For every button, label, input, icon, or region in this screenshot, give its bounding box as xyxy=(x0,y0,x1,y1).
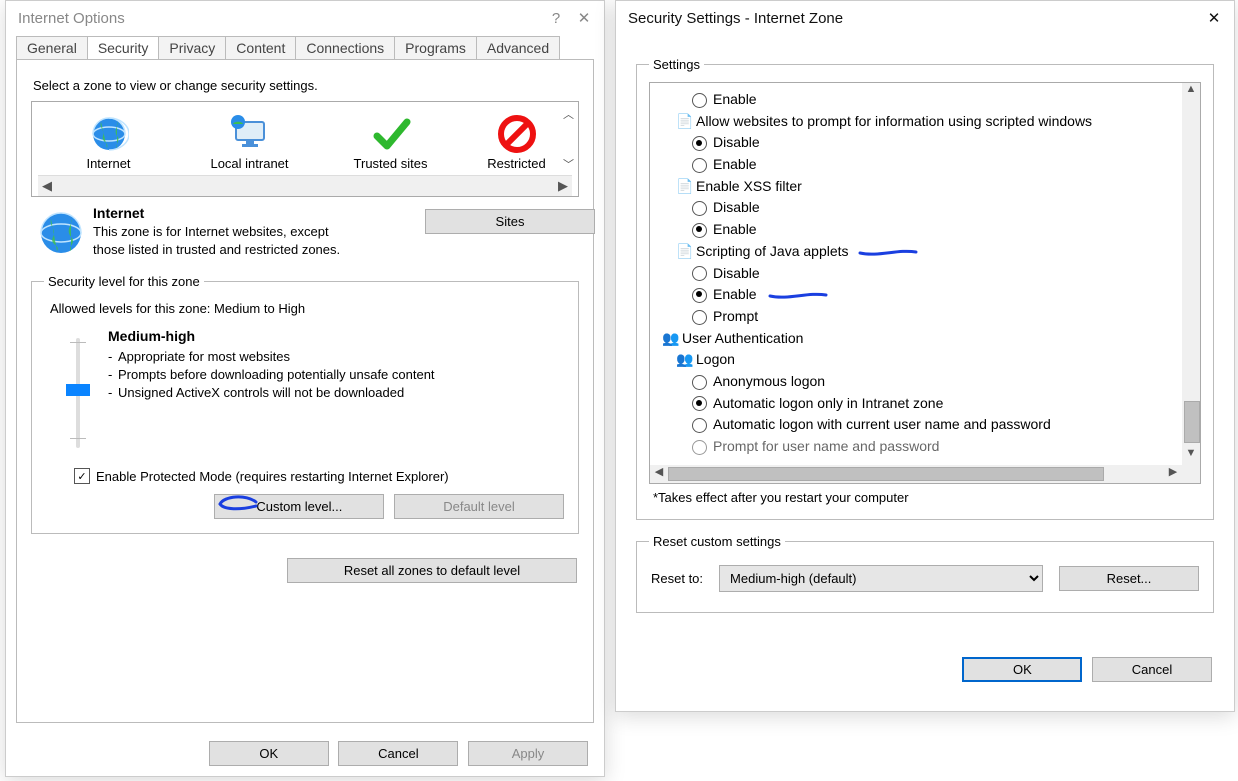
reset-group: Reset custom settings Reset to: Medium-h… xyxy=(636,534,1214,613)
radio-g3-prompt[interactable] xyxy=(692,310,707,325)
security-settings-dialog: Security Settings - Internet Zone ✕ Sett… xyxy=(615,0,1235,712)
script-icon: 📄 xyxy=(676,111,692,133)
level-bullet: Appropriate for most websites xyxy=(108,348,562,366)
radio-g1-enable[interactable] xyxy=(692,158,707,173)
radio-g4-auto-user[interactable] xyxy=(692,418,707,433)
script-icon: 📄 xyxy=(676,241,692,263)
level-name: Medium-high xyxy=(108,328,562,344)
settings-group: Settings Enable 📄Allow websites to promp… xyxy=(636,57,1214,520)
zone-strip: ︿ ﹀ Internet Local intranet xyxy=(31,101,579,197)
settings-legend: Settings xyxy=(649,57,704,72)
globe-icon xyxy=(54,112,164,156)
scroll-left-icon[interactable]: ◀ xyxy=(650,465,668,483)
users-icon: 👥 xyxy=(662,328,678,350)
default-level-button[interactable]: Default level xyxy=(394,494,564,519)
dialog-title: Security Settings - Internet Zone xyxy=(628,10,843,27)
security-level-legend: Security level for this zone xyxy=(44,274,204,289)
zone-heading: Select a zone to view or change security… xyxy=(31,74,579,93)
annotation-underline-g3 xyxy=(858,247,918,259)
zone-internet[interactable]: Internet xyxy=(54,112,164,171)
security-slider[interactable] xyxy=(58,334,98,454)
cancel-button[interactable]: Cancel xyxy=(338,741,458,766)
script-icon: 📄 xyxy=(676,176,692,198)
tab-general[interactable]: General xyxy=(16,36,88,59)
ok-button[interactable]: OK xyxy=(962,657,1082,682)
scroll-up-icon[interactable]: ▲ xyxy=(1182,83,1200,101)
restart-note: *Takes effect after you restart your com… xyxy=(649,484,1201,511)
radio-g1-disable[interactable] xyxy=(692,136,707,151)
tab-advanced[interactable]: Advanced xyxy=(476,36,560,59)
radio-enable-0[interactable] xyxy=(692,93,707,108)
tab-security[interactable]: Security xyxy=(87,36,160,59)
settings-tree: Enable 📄Allow websites to prompt for inf… xyxy=(649,82,1201,484)
security-level-group: Security level for this zone Allowed lev… xyxy=(31,274,579,534)
level-bullet: Unsigned ActiveX controls will not be do… xyxy=(108,384,562,402)
radio-g4-anon[interactable] xyxy=(692,375,707,390)
sites-button[interactable]: Sites xyxy=(425,209,595,234)
tree-vscroll[interactable]: ▲ ▼ xyxy=(1182,83,1200,465)
scroll-down-icon[interactable]: ▼ xyxy=(1182,447,1200,465)
protected-mode-label: Enable Protected Mode (requires restarti… xyxy=(96,469,449,484)
allowed-levels: Allowed levels for this zone: Medium to … xyxy=(44,299,566,318)
zone-trusted-sites[interactable]: Trusted sites xyxy=(336,112,446,171)
radio-g3-enable[interactable] xyxy=(692,288,707,303)
radio-g2-enable[interactable] xyxy=(692,223,707,238)
tree-hscroll[interactable]: ◀ ▶ xyxy=(650,465,1182,483)
annotation-underline-g3b xyxy=(768,290,828,302)
tabstrip: General Security Privacy Content Connect… xyxy=(6,33,604,59)
zone-hscroll[interactable]: ◀ ▶ xyxy=(38,175,572,196)
zone-description: Internet This zone is for Internet websi… xyxy=(31,197,579,260)
scroll-right-icon[interactable]: ▶ xyxy=(554,178,572,194)
titlebar-left: Internet Options ? ✕ xyxy=(6,1,604,33)
reset-to-select[interactable]: Medium-high (default) xyxy=(719,565,1043,592)
apply-button[interactable]: Apply xyxy=(468,741,588,766)
tab-connections[interactable]: Connections xyxy=(295,36,395,59)
zone-down-icon[interactable]: ﹀ xyxy=(563,156,574,172)
radio-g4-auto-intranet[interactable] xyxy=(692,396,707,411)
radio-g3-disable[interactable] xyxy=(692,266,707,281)
help-icon[interactable]: ? xyxy=(546,10,566,27)
zone-desc-text: This zone is for Internet websites, exce… xyxy=(93,223,353,258)
close-icon[interactable]: ✕ xyxy=(1204,9,1224,27)
zone-local-intranet[interactable]: Local intranet xyxy=(195,112,305,171)
tab-programs[interactable]: Programs xyxy=(394,36,477,59)
radio-g2-disable[interactable] xyxy=(692,201,707,216)
tab-privacy[interactable]: Privacy xyxy=(158,36,226,59)
reset-to-label: Reset to: xyxy=(651,571,703,586)
globe-large-icon xyxy=(35,205,87,260)
reset-legend: Reset custom settings xyxy=(649,534,785,549)
zone-up-icon[interactable]: ︿ xyxy=(563,106,574,122)
monitor-icon xyxy=(195,112,305,156)
protected-mode-checkbox[interactable]: ✓ xyxy=(74,468,90,484)
close-icon[interactable]: ✕ xyxy=(574,9,594,27)
level-bullet: Prompts before downloading potentially u… xyxy=(108,366,562,384)
tab-content[interactable]: Content xyxy=(225,36,296,59)
internet-options-dialog: Internet Options ? ✕ General Security Pr… xyxy=(5,0,605,777)
users-icon: 👥 xyxy=(676,349,692,371)
tab-body: Select a zone to view or change security… xyxy=(16,59,594,723)
zone-name: Internet xyxy=(93,205,425,221)
custom-level-button[interactable]: Custom level... xyxy=(214,494,384,519)
dialog-title: Internet Options xyxy=(18,10,125,27)
scroll-left-icon[interactable]: ◀ xyxy=(38,178,56,194)
reset-all-zones-button[interactable]: Reset all zones to default level xyxy=(287,558,577,583)
reset-button[interactable]: Reset... xyxy=(1059,566,1199,591)
prohibited-icon xyxy=(477,112,557,156)
titlebar-right: Security Settings - Internet Zone ✕ xyxy=(616,1,1234,33)
ok-button[interactable]: OK xyxy=(209,741,329,766)
zone-restricted[interactable]: Restricted xyxy=(477,112,557,171)
radio-g4-prompt[interactable] xyxy=(692,440,707,455)
scroll-right-icon[interactable]: ▶ xyxy=(1164,465,1182,483)
cancel-button[interactable]: Cancel xyxy=(1092,657,1212,682)
check-icon xyxy=(336,112,446,156)
